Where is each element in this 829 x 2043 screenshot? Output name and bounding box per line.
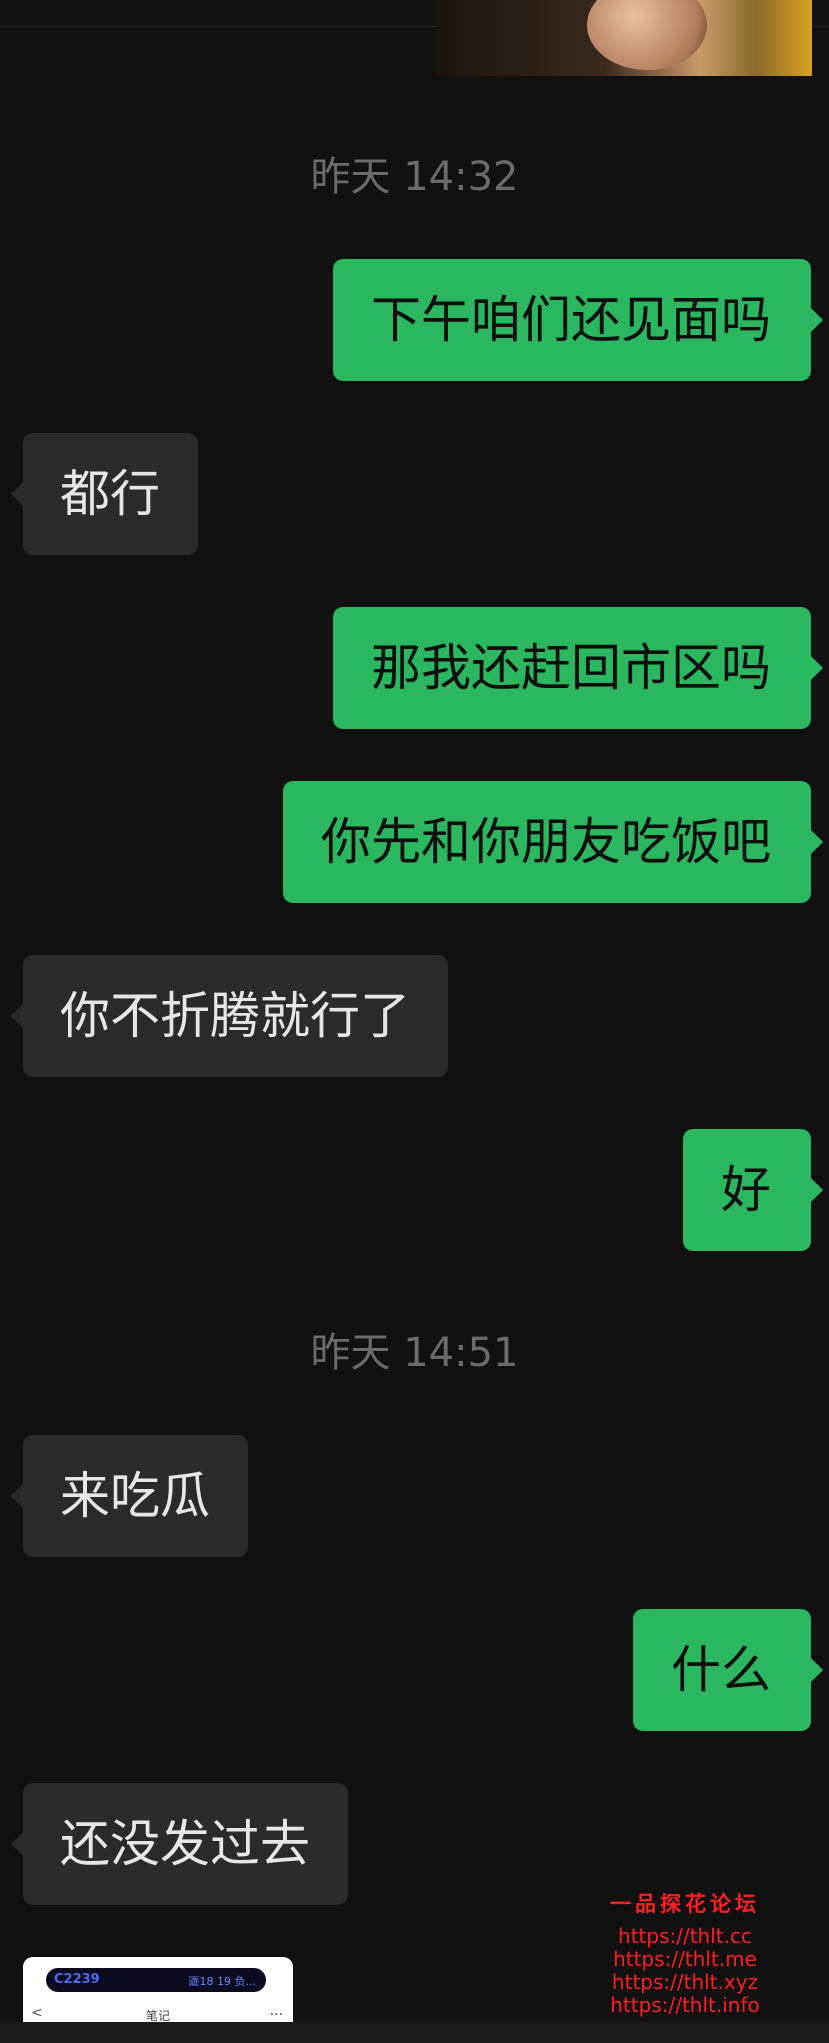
watermark-link: https://thlt.me [613,1947,757,1971]
message-bubble-outgoing[interactable]: 什么 [633,1609,823,1731]
more-icon: ... [269,2003,283,2019]
dynamic-island-pill: C2239 🈫18 19 负... [46,1968,266,1992]
message-bubble-outgoing[interactable]: 你先和你朋友吃饭吧 [283,781,823,903]
message-bubble-incoming[interactable]: 都行 [11,433,198,555]
message-bubble-outgoing[interactable]: 好 [683,1129,823,1251]
bottom-bar [0,2022,829,2043]
image-content [587,0,707,70]
message-bubble-incoming[interactable]: 你不折腾就行了 [11,955,448,1077]
watermark: 一品探花论坛 https://thlt.cc https://thlt.me h… [600,1892,770,2017]
watermark-link: https://thlt.cc [618,1924,752,1948]
timestamp: 昨天 14:51 [310,1330,519,1376]
watermark-link: https://thlt.info [610,1993,760,2017]
timestamp: 昨天 14:32 [310,154,519,200]
message-bubble-outgoing[interactable]: 下午咱们还见面吗 [333,259,823,381]
flight-info: 🈫18 19 负... [188,1975,256,1988]
image-message[interactable] [437,0,812,76]
message-bubble-outgoing[interactable]: 那我还赶回市区吗 [333,607,823,729]
flight-code: C2239 [54,1972,100,1987]
watermark-title: 一品探花论坛 [610,1891,760,1916]
watermark-link: https://thlt.xyz [611,1970,759,1994]
message-bubble-incoming[interactable]: 还没发过去 [11,1783,348,1905]
message-bubble-incoming[interactable]: 来吃瓜 [11,1435,248,1557]
